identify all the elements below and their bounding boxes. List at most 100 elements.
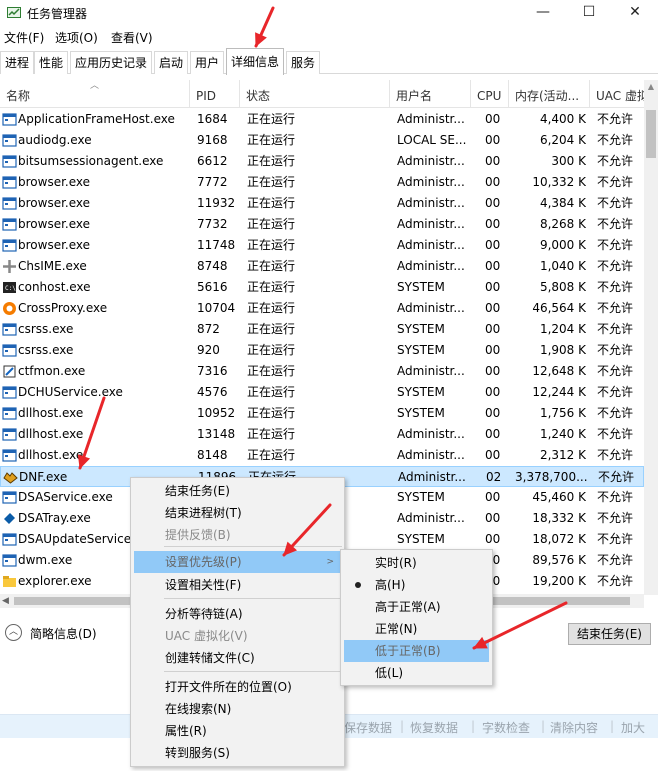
- col-pid[interactable]: PID: [190, 80, 240, 108]
- priority-label: 低(L): [375, 666, 404, 680]
- table-row[interactable]: dllhost.exe 10952 正在运行 SYSTEM 00 1,756 K 不允许: [0, 403, 644, 424]
- table-row[interactable]: dllhost.exe 8148 正在运行 Administr... 00 2,312 K…: [0, 445, 644, 466]
- table-row[interactable]: ApplicationFrameHost.exe 1684 正在运行 Administ…: [0, 109, 644, 130]
- table-row[interactable]: dllhost.exe 13148 正在运行 Administr... 00 1,240 …: [0, 424, 644, 445]
- ctx-item-set-priority[interactable]: 设置优先级(P) >: [134, 551, 342, 573]
- priority-above-normal[interactable]: 高于正常(A): [344, 596, 489, 618]
- cell-memory: 9,000 K: [539, 238, 586, 252]
- priority-high[interactable]: 高(H): [344, 574, 489, 596]
- cell-pid: 872: [197, 322, 220, 336]
- fewer-details-link[interactable]: 简略信息(D): [30, 625, 97, 642]
- cell-username: SYSTEM: [397, 280, 445, 294]
- priority-low[interactable]: 低(L): [344, 662, 489, 684]
- cell-memory: 46,564 K: [532, 301, 586, 315]
- menu-view[interactable]: 查看(V): [111, 29, 153, 46]
- cell-cpu: 00: [485, 133, 501, 147]
- table-row[interactable]: C:\ conhost.exe 5616 正在运行 SYSTEM 00 5,808 K 不允许: [0, 277, 644, 298]
- ctx-item-search-online[interactable]: 在线搜索(N): [134, 698, 342, 720]
- exe-window-icon: [2, 239, 17, 252]
- col-username[interactable]: 用户名: [390, 80, 471, 108]
- restore-data-item[interactable]: 恢复数据: [410, 719, 458, 736]
- tab-performance[interactable]: 性能: [34, 51, 69, 74]
- cell-memory: 2,312 K: [539, 448, 586, 462]
- cell-username: LOCAL SE...: [397, 133, 467, 147]
- exe-window-icon: [2, 176, 17, 189]
- save-data-item[interactable]: 保存数据: [344, 719, 392, 736]
- priority-label: 正常(N): [375, 622, 418, 636]
- cell-uac: 不允许: [597, 301, 634, 315]
- table-row[interactable]: csrss.exe 872 正在运行 SYSTEM 00 1,204 K 不允许: [0, 319, 644, 340]
- ctx-item-properties[interactable]: 属性(R): [134, 720, 342, 742]
- ctx-item-set-affinity[interactable]: 设置相关性(F): [134, 574, 342, 596]
- tab-services[interactable]: 服务: [286, 51, 321, 74]
- console-icon: C:\: [3, 282, 16, 293]
- table-row[interactable]: csrss.exe 920 正在运行 SYSTEM 00 1,908 K 不允许: [0, 340, 644, 361]
- end-task-button[interactable]: 结束任务(E): [568, 623, 651, 645]
- table-row[interactable]: browser.exe 7772 正在运行 Administr... 00 10,332 …: [0, 172, 644, 193]
- chevron-up-icon[interactable]: ︿: [5, 624, 22, 641]
- minimize-button[interactable]: —: [520, 0, 566, 26]
- word-check-item[interactable]: 字数检查: [482, 719, 530, 736]
- cell-cpu: 00: [485, 301, 501, 315]
- cell-cpu: 00: [485, 112, 501, 126]
- menu-file[interactable]: 文件(F): [4, 29, 44, 46]
- cell-pid: 10952: [197, 406, 236, 420]
- priority-realtime[interactable]: 实时(R): [344, 552, 489, 574]
- priority-normal[interactable]: 正常(N): [344, 618, 489, 640]
- table-row[interactable]: DCHUService.exe 4576 正在运行 SYSTEM 00 12,244 K 不…: [0, 382, 644, 403]
- cell-cpu: 00: [485, 364, 501, 378]
- table-row[interactable]: bitsumsessionagent.exe 6612 正在运行 Administr.…: [0, 151, 644, 172]
- cell-memory: 18,332 K: [532, 511, 586, 525]
- cell-status: 正在运行: [247, 385, 296, 399]
- enlarge-item[interactable]: 加大: [621, 719, 645, 736]
- col-cpu[interactable]: CPU: [471, 80, 509, 108]
- tab-users[interactable]: 用户: [190, 51, 225, 74]
- maximize-button[interactable]: ☐: [566, 0, 612, 26]
- svg-text:C:\: C:\: [5, 285, 16, 292]
- cell-pid: 7732: [197, 217, 228, 231]
- priority-submenu: 实时(R) 高(H) 高于正常(A) 正常(N) 低于正常(B) 低(L): [340, 549, 493, 686]
- dnf-game-icon: [3, 472, 18, 484]
- ctx-item-label: 在线搜索(N): [165, 702, 232, 716]
- tab-processes[interactable]: 进程: [0, 51, 35, 74]
- ctx-item-open-file-location[interactable]: 打开文件所在的位置(O): [134, 676, 342, 698]
- table-row[interactable]: browser.exe 7732 正在运行 Administr... 00 8,268 K…: [0, 214, 644, 235]
- table-row[interactable]: audiodg.exe 9168 正在运行 LOCAL SE... 00 6,204 K 不…: [0, 130, 644, 151]
- table-row[interactable]: ctfmon.exe 7316 正在运行 Administr... 00 12,648 K…: [0, 361, 644, 382]
- tab-startup[interactable]: 启动: [154, 51, 189, 74]
- cell-username: Administr...: [397, 448, 465, 462]
- col-memory[interactable]: 内存(活动...: [509, 80, 590, 108]
- cell-pid: 1684: [197, 112, 228, 126]
- tab-details[interactable]: 详细信息: [226, 48, 285, 75]
- menu-options[interactable]: 选项(O): [55, 29, 98, 46]
- exe-window-icon: [2, 428, 17, 441]
- table-row[interactable]: ChsIME.exe 8748 正在运行 Administr... 00 1,040 K 不…: [0, 256, 644, 277]
- cell-cpu: 00: [485, 238, 501, 252]
- cell-memory: 10,332 K: [532, 175, 586, 189]
- close-button[interactable]: ✕: [612, 0, 658, 26]
- ctx-item-go-to-services[interactable]: 转到服务(S): [134, 742, 342, 764]
- scroll-left-icon[interactable]: ◀: [2, 594, 9, 608]
- ctx-item-label: 分析等待链(A): [165, 607, 243, 621]
- col-status[interactable]: 状态: [240, 80, 390, 108]
- table-row[interactable]: browser.exe 11932 正在运行 Administr... 00 4,384 …: [0, 193, 644, 214]
- col-name[interactable]: 名称: [0, 80, 190, 108]
- table-row[interactable]: browser.exe 11748 正在运行 Administr... 00 9,000 …: [0, 235, 644, 256]
- scroll-up-icon[interactable]: ▲: [644, 80, 658, 94]
- ctx-item-analyze-wait-chain[interactable]: 分析等待链(A): [134, 603, 342, 625]
- cell-cpu: 00: [485, 532, 501, 546]
- table-row[interactable]: CrossProxy.exe 10704 正在运行 Administr... 00 46,…: [0, 298, 644, 319]
- cell-cpu: 00: [485, 490, 501, 504]
- clear-content-item[interactable]: 清除内容: [550, 719, 598, 736]
- ctx-item-end-process-tree[interactable]: 结束进程树(T): [134, 502, 342, 524]
- cell-memory: 4,400 K: [539, 112, 586, 126]
- col-uac[interactable]: UAC 虚拟: [590, 80, 644, 108]
- ctx-item-create-dump-file[interactable]: 创建转储文件(C): [134, 647, 342, 669]
- ctx-item-end-task[interactable]: 结束任务(E): [134, 480, 342, 502]
- cell-name: DCHUService.exe: [18, 385, 123, 399]
- cell-pid: 8148: [197, 448, 228, 462]
- priority-below-normal[interactable]: 低于正常(B): [344, 640, 489, 662]
- vertical-scroll-thumb[interactable]: [646, 110, 656, 158]
- cell-memory: 8,268 K: [539, 217, 586, 231]
- tab-app-history[interactable]: 应用历史记录: [70, 51, 153, 74]
